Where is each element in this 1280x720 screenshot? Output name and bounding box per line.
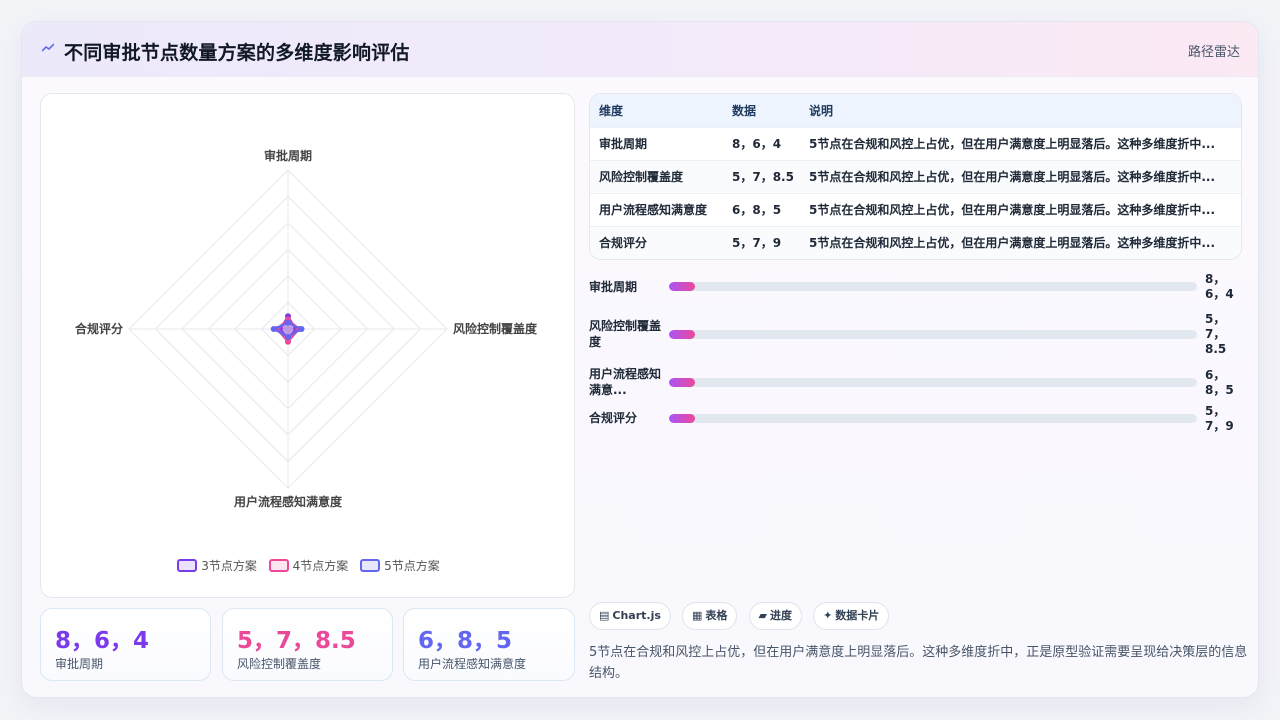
table-cell: 用户流程感知满意度 bbox=[590, 192, 723, 226]
table-cell: 5节点在合规和风控上占优，但在用户满意度上明显落后。这种多维度折中... bbox=[800, 225, 1241, 259]
radar-data-point bbox=[285, 333, 291, 340]
stat-label: 用户流程感知满意度 bbox=[418, 657, 527, 671]
main-card: 不同审批节点数量方案的多维度影响评估 路径雷达 审批周期 风险控制覆盖度 用户流程感… bbox=[21, 21, 1259, 698]
table-row[interactable]: 合规评分 5，7，9 5节点在合规和风控上占优，但在用户满意度上明显落后。这种多… bbox=[590, 225, 1241, 259]
progress-fill bbox=[669, 378, 696, 387]
table-cell: 风险控制覆盖度 bbox=[590, 159, 723, 193]
progress-label: 合规评分 bbox=[589, 411, 638, 425]
progress-row: 审批周期 8，6，4 bbox=[589, 270, 1249, 314]
radar-axis-label: 审批周期 bbox=[264, 148, 312, 163]
progress-track bbox=[669, 330, 1197, 339]
header-bar: 不同审批节点数量方案的多维度影响评估 路径雷达 bbox=[22, 22, 1258, 77]
table-cell: 审批周期 bbox=[590, 126, 723, 160]
table-cell: 6，8，5 bbox=[723, 192, 800, 226]
table-cell: 8，6，4 bbox=[723, 126, 800, 160]
progress-fill bbox=[669, 414, 696, 423]
stat-label: 风险控制覆盖度 bbox=[237, 657, 322, 671]
table-cell: 5节点在合规和风控上占优，但在用户满意度上明显落后。这种多维度折中... bbox=[800, 126, 1241, 160]
progress-row: 合规评分 5，7，9 bbox=[589, 404, 1249, 458]
legend-swatch bbox=[268, 559, 289, 572]
summary-note: 5节点在合规和风控上占优，但在用户满意度上明显落后。这种多维度折中，正是原型验证… bbox=[589, 645, 1248, 681]
column-header: 说明 bbox=[800, 94, 1241, 127]
progress-track bbox=[669, 414, 1197, 423]
progress-fill bbox=[669, 330, 696, 339]
progress-label: 审批周期 bbox=[589, 280, 638, 294]
trend-icon bbox=[42, 43, 54, 52]
column-header: 数据 bbox=[723, 94, 800, 127]
radar-chart-panel: 审批周期风险控制覆盖度用户流程感知满意度 合规评分 3节点方案 4节点方案 5节点… bbox=[40, 93, 575, 598]
progress-value: 6，8，5 bbox=[1205, 368, 1234, 397]
stat-value: 8，6，4 bbox=[55, 628, 150, 654]
radar-data-point bbox=[298, 326, 305, 332]
progress-fill bbox=[669, 282, 696, 291]
sparkle-icon: ✦ bbox=[823, 609, 833, 622]
chip-table[interactable]: ▦ 表格 bbox=[682, 602, 738, 630]
progress-value: 8，6，4 bbox=[1205, 272, 1234, 301]
table-row[interactable]: 风险控制覆盖度 5，7，8.5 5节点在合规和风控上占优，但在用户满意度上明显落… bbox=[590, 159, 1241, 193]
progress-label: 用户流程感知满意... bbox=[589, 367, 662, 397]
radar-axis-label: 风险控制覆盖度 bbox=[453, 321, 538, 336]
stat-card: 6，8，5 用户流程感知满意度 bbox=[403, 608, 575, 681]
table-row[interactable]: 审批周期 8，6，4 5节点在合规和风控上占优，但在用户满意度上明显落后。这种多… bbox=[590, 126, 1241, 160]
progress-track bbox=[669, 378, 1197, 387]
column-header: 维度 bbox=[590, 94, 723, 127]
data-table: 维度 数据 说明 审批周期 8，6，4 5节点在合规和风控上占优，但在用户满意度… bbox=[590, 94, 1241, 259]
table-icon: ▦ bbox=[692, 609, 703, 622]
chart-icon: ▤ bbox=[599, 609, 610, 622]
stat-label: 审批周期 bbox=[55, 657, 104, 671]
table-cell: 5节点在合规和风控上占优，但在用户满意度上明显落后。这种多维度折中... bbox=[800, 192, 1241, 226]
radar-chart: 审批周期风险控制覆盖度用户流程感知满意度 合规评分 bbox=[75, 148, 538, 509]
stat-card: 5，7，8.5 风险控制覆盖度 bbox=[222, 608, 393, 681]
chip-progress[interactable]: ▰ 进度 bbox=[748, 602, 802, 630]
progress-value: 5，7，8.5 bbox=[1205, 312, 1227, 356]
progress-label: 风险控制覆盖度 bbox=[589, 319, 662, 349]
radar-axis-label: 用户流程感知满意度 bbox=[233, 494, 343, 509]
legend-item[interactable]: 4节点方案 bbox=[268, 557, 348, 574]
table-row[interactable]: 用户流程感知满意度 6，8，5 5节点在合规和风控上占优，但在用户满意度上明显落… bbox=[590, 192, 1241, 226]
stat-value: 6，8，5 bbox=[418, 628, 513, 654]
legend-item[interactable]: 5节点方案 bbox=[360, 557, 440, 574]
stat-card: 8，6，4 审批周期 bbox=[40, 608, 211, 681]
chip-data-card[interactable]: ✦ 数据卡片 bbox=[813, 602, 890, 630]
radar-axis-label: 合规评分 bbox=[75, 321, 123, 336]
progress-track bbox=[669, 282, 1197, 291]
table-header-row: 维度 数据 说明 bbox=[590, 94, 1241, 127]
progress-list: 审批周期 8，6，4 风险控制覆盖度 5，7，8.5 用户流程感知满意... 6… bbox=[589, 270, 1249, 450]
chip-chartjs[interactable]: ▤ Chart.js bbox=[589, 602, 671, 630]
table-cell: 5，7，9 bbox=[723, 225, 800, 259]
progress-icon: ▰ bbox=[758, 609, 767, 622]
table-cell: 合规评分 bbox=[590, 225, 723, 259]
legend-swatch bbox=[177, 559, 198, 572]
table-cell: 5，7，8.5 bbox=[723, 159, 800, 193]
tag-chips: ▤ Chart.js ▦ 表格 ▰ 进度 ✦ 数据卡片 bbox=[589, 602, 895, 630]
chart-legend: 3节点方案 4节点方案 5节点方案 bbox=[41, 557, 576, 574]
progress-value: 5，7，9 bbox=[1205, 404, 1234, 433]
radar-data-point bbox=[270, 326, 277, 332]
data-table-panel: 维度 数据 说明 审批周期 8，6，4 5节点在合规和风控上占优，但在用户满意度… bbox=[589, 93, 1242, 260]
stat-value: 5，7，8.5 bbox=[237, 628, 356, 654]
progress-row: 风险控制覆盖度 5，7，8.5 bbox=[589, 312, 1249, 362]
progress-row: 用户流程感知满意... 6，8，5 bbox=[589, 366, 1249, 410]
legend-swatch bbox=[360, 559, 381, 572]
header-tag: 路径雷达 bbox=[1187, 45, 1240, 60]
page-title: 不同审批节点数量方案的多维度影响评估 bbox=[64, 42, 410, 64]
table-cell: 5节点在合规和风控上占优，但在用户满意度上明显落后。这种多维度折中... bbox=[800, 159, 1241, 193]
legend-item[interactable]: 3节点方案 bbox=[177, 557, 257, 574]
radar-data-point bbox=[285, 319, 291, 326]
